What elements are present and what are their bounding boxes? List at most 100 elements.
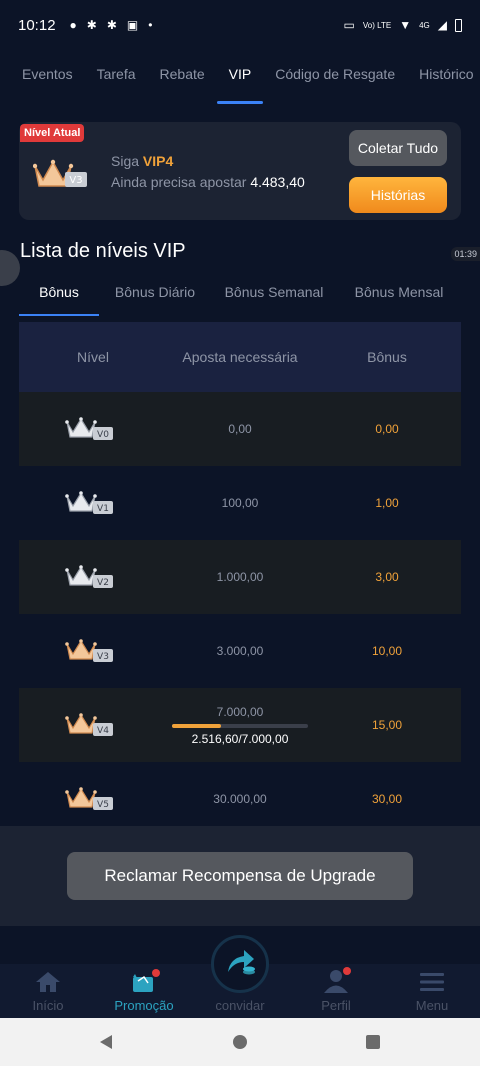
crown-level-text: V2 [97, 578, 109, 588]
bonus-subtabs: Bônus Bônus Diário Bônus Semanal Bônus M… [19, 270, 461, 316]
signal-icon: ◢ [437, 18, 447, 32]
collect-all-button[interactable]: Coletar Tudo [349, 130, 447, 166]
bonus-value: 30,00 [371, 792, 403, 806]
claim-panel: Reclamar Recompensa de Upgrade [0, 826, 480, 926]
volte-indicator: Vo) LTE [362, 20, 392, 30]
crown-level-text: V5 [97, 800, 109, 810]
tab-historico[interactable]: Histórico [419, 52, 473, 104]
required-bet-value: 0,00 [228, 422, 252, 436]
header-required-bet: Aposta necessária [182, 349, 298, 365]
nav-label: Início [32, 998, 64, 1013]
tab-tarefa[interactable]: Tarefa [97, 52, 136, 104]
status-right: ▭ Vo) LTE ▼ 4G ◢ [344, 18, 462, 32]
nav-label: Perfil [321, 998, 351, 1013]
bonus-value: 1,00 [375, 496, 399, 510]
required-bet-value: 1.000,00 [216, 570, 264, 584]
status-bar: 10:12 ● ✱ ✱ ▣ • ▭ Vo) LTE ▼ 4G ◢ [0, 0, 480, 50]
table-row: V0 0,00 0,00 [19, 392, 461, 466]
next-level-prefix: Siga [111, 153, 143, 169]
nav-perfil[interactable]: Perfil [288, 964, 384, 1018]
tab-rebate[interactable]: Rebate [160, 52, 205, 104]
section-title: Lista de níveis VIP [20, 240, 186, 262]
network-indicator: 4G [419, 20, 430, 30]
wifi-icon: ▼ [399, 18, 412, 32]
crown-level-text: V4 [97, 726, 109, 736]
nav-promocao[interactable]: Promoção [96, 964, 192, 1018]
crown-icon: V2 [19, 564, 167, 590]
crown-icon: V5 [19, 786, 167, 812]
next-level-value: VIP4 [142, 153, 174, 169]
app-notification-icon: ✱ [86, 18, 97, 32]
crown-level-text: V3 [97, 652, 109, 662]
crown-level-text: V0 [97, 430, 109, 440]
subtab-bonus-mensal[interactable]: Bônus Mensal [337, 270, 461, 316]
tab-eventos[interactable]: Eventos [22, 52, 73, 104]
claim-upgrade-reward-button[interactable]: Reclamar Recompensa de Upgrade [67, 852, 413, 900]
header-bonus: Bônus [367, 349, 407, 365]
current-level-badge: Nível Atual [20, 124, 85, 142]
crown-icon: V3 [32, 158, 105, 197]
header-level: Nível [77, 349, 109, 365]
subtab-bonus[interactable]: Bônus [19, 270, 99, 316]
app-notification-icon-2: ✱ [106, 18, 117, 32]
remaining-bet-text: Ainda precisa apostar 4.483,40 [111, 174, 305, 190]
invite-icon [222, 944, 258, 985]
tab-codigo-resgate[interactable]: Código de Resgate [275, 52, 395, 104]
remaining-bet-prefix: Ainda precisa apostar [111, 174, 251, 190]
status-time: 10:12 [18, 16, 56, 34]
battery-icon [455, 18, 462, 32]
back-icon[interactable] [98, 1034, 114, 1055]
cast-icon: ▭ [343, 18, 355, 32]
crown-icon: V1 [19, 490, 167, 516]
table-row: V5 30.000,00 30,00 [19, 762, 461, 836]
phone-notification-icon: ▣ [126, 18, 139, 32]
progress-fill [172, 723, 221, 728]
next-level-text: Siga VIP4 [111, 153, 173, 169]
vip-levels-table: Nível Aposta necessária Bônus V0 0,00 0,00… [19, 322, 461, 836]
chat-notification-icon: ● [69, 18, 77, 32]
current-level-card: Nível Atual V3 Siga VIP4 Ainda precisa a… [19, 122, 461, 220]
floating-timer[interactable]: 01:39 [451, 247, 480, 261]
crown-icon: V3 [19, 638, 167, 664]
home-button-icon[interactable] [233, 1035, 247, 1049]
nav-label: Promoção [114, 998, 174, 1013]
table-row: V3 3.000,00 10,00 [19, 614, 461, 688]
table-row: V1 100,00 1,00 [19, 466, 461, 540]
promo-icon [130, 969, 160, 996]
crown-icon: V0 [19, 416, 167, 442]
tab-vip[interactable]: VIP [216, 52, 263, 104]
bonus-value: 0,00 [375, 422, 399, 436]
recents-icon[interactable] [366, 1035, 380, 1049]
subtab-bonus-diario[interactable]: Bônus Diário [99, 270, 211, 316]
profile-notification-dot [343, 967, 351, 975]
nav-menu[interactable]: Menu [384, 964, 480, 1018]
nav-label: convidar [215, 998, 265, 1013]
nav-inicio[interactable]: Início [0, 964, 96, 1018]
crown-level-text: V1 [97, 504, 109, 514]
table-row: V2 1.000,00 3,00 [19, 540, 461, 614]
profile-icon [323, 967, 351, 996]
table-row: V4 7.000,00 2.516,60/7.000,00 15,00 [19, 688, 461, 762]
top-tabs: Eventos Tarefa Rebate VIP Código de Resg… [0, 52, 480, 104]
bonus-value: 10,00 [371, 644, 403, 658]
more-notifications-icon: • [148, 18, 153, 32]
progress-bar [172, 723, 308, 728]
invite-button[interactable] [211, 935, 269, 993]
home-icon [35, 971, 61, 996]
table-body: V0 0,00 0,00 V1 100,00 1,00 V2 1.000,00 3,00 V3 3.… [19, 392, 461, 836]
bonus-value: 15,00 [371, 718, 403, 732]
menu-icon [419, 971, 445, 996]
floating-bubble[interactable] [0, 250, 20, 286]
required-bet-value: 3.000,00 [216, 644, 264, 658]
required-bet-value: 30.000,00 [213, 792, 267, 806]
system-nav-bar [0, 1018, 480, 1066]
subtab-bonus-semanal[interactable]: Bônus Semanal [211, 270, 337, 316]
crown-level-text: V3 [69, 175, 82, 186]
required-bet-progress: 7.000,00 2.516,60/7.000,00 [167, 705, 313, 746]
promo-notification-dot [152, 969, 160, 977]
crown-icon: V4 [19, 712, 167, 738]
required-bet-value: 100,00 [221, 496, 259, 510]
progress-text: 2.516,60/7.000,00 [191, 731, 289, 746]
bonus-value: 3,00 [375, 570, 399, 584]
history-button[interactable]: Histórias [349, 177, 447, 213]
